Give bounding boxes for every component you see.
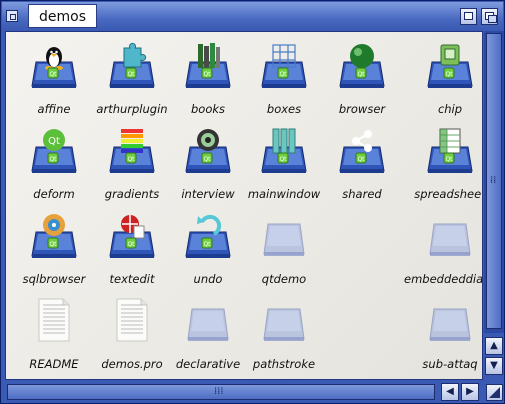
icon-item-spreadsheet[interactable]: Qt spreadsheet [404,125,483,209]
svg-text:Qt: Qt [445,71,453,78]
horizontal-scroll-thumb[interactable]: ⁞⁞⁞ [7,384,435,400]
svg-text:Qt: Qt [49,156,57,163]
svg-text:Qt: Qt [203,241,211,248]
vertical-scrollbar[interactable]: ⁞⁞ ▲ ▼ [484,31,504,380]
grip-icon: ⁞⁞ [490,175,497,186]
icon-label: chip [437,102,463,116]
drawer-icon[interactable]: Qt [338,125,386,175]
svg-text:Qt: Qt [127,156,135,163]
depth-gadget[interactable] [481,8,498,25]
scroll-up-button[interactable]: ▲ [485,337,503,355]
window-title: demos [28,4,97,28]
icon-item-shared[interactable]: Qt shared [316,125,408,209]
grip-icon: ⁞⁞⁞ [214,386,224,397]
drawer-icon[interactable]: Qt [184,125,232,175]
icon-item-pathstroke[interactable]: pathstroke [238,295,330,379]
ghost-drawer-icon[interactable] [426,210,474,260]
scroll-left-button[interactable]: ◀ [441,383,459,401]
svg-text:Qt: Qt [279,71,287,78]
scroll-right-button[interactable]: ▶ [461,383,479,401]
resize-gadget[interactable] [486,384,503,401]
document-icon[interactable] [108,295,156,345]
icon-label: sub-attaq [422,357,478,371]
icon-item-qtdemo[interactable]: qtdemo [238,210,330,294]
svg-text:Qt: Qt [127,241,135,248]
icon-view: Qt affine Qt arthurplugin Qt books Qt boxes Qt br… [5,31,483,380]
drawer-icon[interactable]: Qt [184,40,232,90]
svg-text:Qt: Qt [445,156,453,163]
drawer-icon[interactable]: Qt [260,125,308,175]
horizontal-scrollbar[interactable]: ⁞⁞⁞ ◀ ▶ [5,382,483,403]
icon-item-chip[interactable]: Qt chip [404,40,482,124]
svg-text:Qt: Qt [279,156,287,163]
icon-label: qtdemo [261,272,307,286]
drawer-icon[interactable]: Qt [338,40,386,90]
demos-window: demos Qt affine Qt arthurplugin Qt books Qt box… [0,0,505,404]
iconify-gadget[interactable] [460,8,477,25]
drawer-icon[interactable]: Qt [260,40,308,90]
icon-label: spreadsheet [414,187,483,201]
drawer-icon[interactable]: Qt [426,125,474,175]
icon-item-sub-attaq[interactable]: sub-attaq [404,295,482,379]
icon-label: pathstroke [252,357,316,371]
ghost-drawer-icon[interactable] [184,295,232,345]
close-gadget[interactable] [6,10,18,22]
drawer-icon[interactable]: Qt [108,210,156,260]
drawer-icon[interactable]: Qt [426,40,474,90]
scroll-down-button[interactable]: ▼ [485,357,503,375]
ghost-drawer-icon[interactable] [260,210,308,260]
icon-item-browser[interactable]: Qt browser [316,40,408,124]
drawer-icon[interactable]: Qt [108,40,156,90]
title-bar[interactable]: demos [2,2,503,30]
drawer-icon[interactable]: Qt [184,210,232,260]
icon-item-embeddeddialogs[interactable]: embeddeddialogs [404,210,483,294]
drawer-icon[interactable]: Qt [30,40,78,90]
svg-text:Qt: Qt [48,136,60,147]
drawer-icon[interactable]: Qt [30,210,78,260]
ghost-drawer-icon[interactable] [260,295,308,345]
svg-text:Qt: Qt [203,156,211,163]
vertical-scroll-thumb[interactable]: ⁞⁞ [486,33,502,329]
vertical-scroll-track[interactable]: ⁞⁞ [484,31,504,333]
svg-text:Qt: Qt [357,71,365,78]
icon-label: embeddeddialogs [404,272,483,286]
icon-label: browser [338,102,386,116]
icon-label: shared [342,187,382,201]
svg-text:Qt: Qt [203,71,211,78]
svg-text:Qt: Qt [127,71,135,78]
ghost-drawer-icon[interactable] [426,295,474,345]
svg-text:Qt: Qt [357,156,365,163]
document-icon[interactable] [30,295,78,345]
svg-text:Qt: Qt [49,241,57,248]
drawer-icon[interactable]: Qt [108,125,156,175]
svg-text:Qt: Qt [49,71,57,78]
drawer-icon[interactable]: Qt Qt [30,125,78,175]
